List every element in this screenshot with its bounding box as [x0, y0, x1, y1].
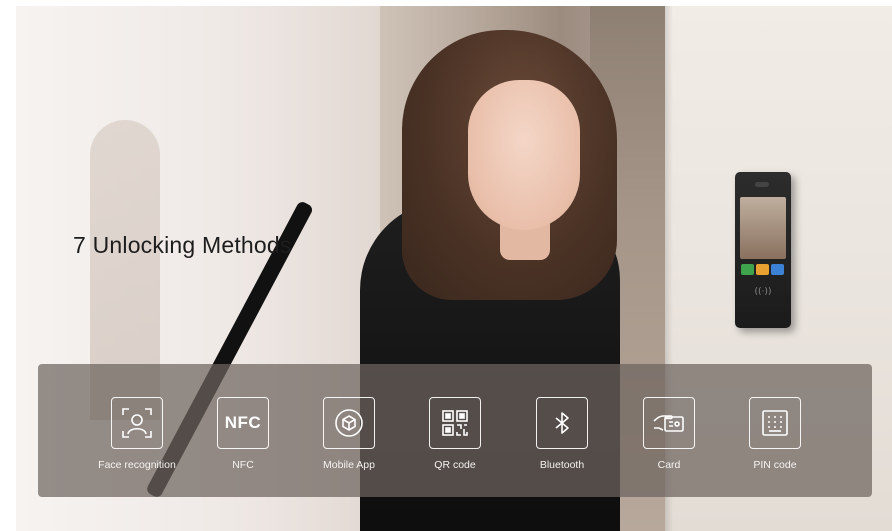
mobile-app-icon	[323, 397, 375, 449]
method-label: Card	[657, 459, 681, 471]
device-screen	[740, 197, 786, 259]
qr-code-icon	[429, 397, 481, 449]
device-camera	[755, 182, 769, 187]
device-unlock-button	[771, 264, 784, 275]
method-mobile-app: Mobile App	[294, 397, 404, 487]
method-label: Mobile App	[323, 459, 375, 471]
left-margin	[0, 0, 16, 531]
top-margin	[0, 0, 892, 6]
device-call-button	[741, 264, 754, 275]
device-menu-button	[756, 264, 769, 275]
woman-face	[468, 80, 580, 230]
method-card: Card	[614, 397, 724, 487]
method-face-recognition: Face recognition	[82, 397, 192, 487]
method-label: PIN code	[753, 459, 797, 471]
method-pin-code: PIN code	[720, 397, 830, 487]
page-title: 7 Unlocking Methods	[73, 232, 292, 258]
intercom-device: ((·))	[735, 172, 791, 328]
card-icon	[643, 397, 695, 449]
bluetooth-icon	[536, 397, 588, 449]
method-qr-code: QR code	[400, 397, 510, 487]
method-label: Bluetooth	[539, 459, 585, 471]
nfc-icon: NFC	[217, 397, 269, 449]
method-label: QR code	[434, 459, 476, 471]
method-nfc: NFC NFC	[188, 397, 298, 487]
hero-banner: ((·)) 7 Unlocking Methods Face recogniti…	[0, 0, 892, 531]
unlocking-methods-bar: Face recognition NFC NFC Mobile App QR c…	[38, 364, 872, 497]
method-label: Face recognition	[98, 459, 176, 471]
method-label: NFC	[232, 459, 254, 471]
device-nfc-mark: ((·))	[754, 287, 772, 297]
method-bluetooth: Bluetooth	[507, 397, 617, 487]
face-recognition-icon	[111, 397, 163, 449]
nfc-icon-text: NFC	[224, 413, 262, 432]
pin-code-icon	[749, 397, 801, 449]
